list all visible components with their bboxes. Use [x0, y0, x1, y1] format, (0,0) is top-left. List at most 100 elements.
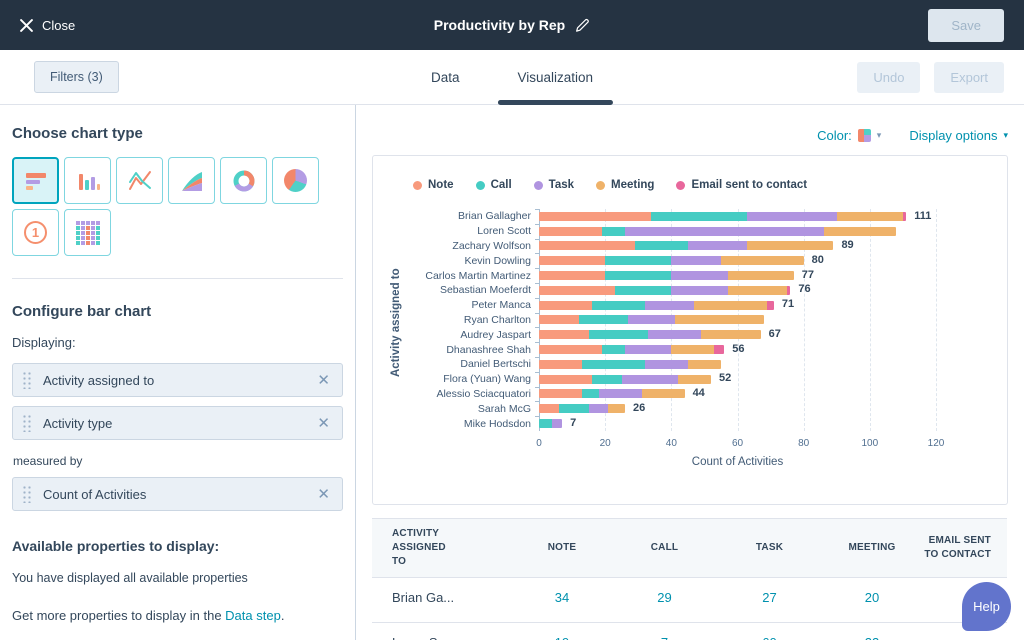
table-header-cell[interactable]: TASK — [717, 541, 822, 555]
table-header-cell[interactable]: CALL — [612, 541, 717, 555]
chart-type-single-value-button[interactable]: 1 — [12, 209, 59, 256]
chart-type-donut-button[interactable] — [220, 157, 267, 204]
bar-segment-note[interactable] — [539, 404, 559, 413]
bar-segment-call[interactable] — [605, 256, 671, 265]
stacked-bar[interactable] — [539, 375, 711, 384]
bar-segment-call[interactable] — [579, 315, 629, 324]
bar-segment-meeting[interactable] — [608, 404, 625, 413]
bar-segment-call[interactable] — [539, 419, 552, 428]
chart-type-pie-button[interactable] — [272, 157, 319, 204]
export-button[interactable]: Export — [934, 62, 1004, 93]
bar-segment-meeting[interactable] — [642, 389, 685, 398]
filters-button[interactable]: Filters (3) — [34, 61, 119, 93]
bar-segment-meeting[interactable] — [837, 212, 903, 221]
bar-segment-task[interactable] — [648, 330, 701, 339]
stacked-bar[interactable] — [539, 360, 721, 369]
bar-segment-task[interactable] — [628, 315, 674, 324]
table-cell-value[interactable]: 20 — [822, 590, 922, 622]
stacked-bar[interactable] — [539, 301, 774, 310]
bar-segment-task[interactable] — [599, 389, 642, 398]
tab-visualization[interactable]: Visualization — [517, 50, 593, 105]
table-cell-value[interactable]: 60 — [717, 635, 822, 640]
bar-segment-email[interactable] — [767, 301, 774, 310]
bar-segment-meeting[interactable] — [688, 360, 721, 369]
bar-segment-note[interactable] — [539, 271, 605, 280]
bar-segment-task[interactable] — [645, 301, 695, 310]
bar-segment-email[interactable] — [714, 345, 724, 354]
table-header-cell[interactable]: ACTIVITY ASSIGNED TO — [392, 527, 512, 569]
bar-segment-meeting[interactable] — [671, 345, 714, 354]
table-row-name[interactable]: Loren Sc... — [392, 635, 512, 640]
bar-segment-call[interactable] — [592, 301, 645, 310]
drag-handle-icon[interactable] — [22, 371, 33, 389]
table-cell-value[interactable] — [922, 635, 991, 640]
bar-segment-note[interactable] — [539, 286, 615, 295]
chart-type-line-button[interactable] — [116, 157, 163, 204]
bar-segment-call[interactable] — [582, 360, 645, 369]
bar-segment-call[interactable] — [582, 389, 599, 398]
remove-chip-icon[interactable]: ✕ — [317, 373, 330, 388]
drag-handle-icon[interactable] — [22, 485, 33, 503]
bar-segment-task[interactable] — [625, 227, 824, 236]
chart-type-table-button[interactable] — [64, 209, 111, 256]
table-cell-value[interactable]: 19 — [512, 635, 612, 640]
bar-segment-task[interactable] — [671, 286, 727, 295]
bar-segment-email[interactable] — [903, 212, 906, 221]
remove-chip-icon[interactable]: ✕ — [317, 487, 330, 502]
color-dropdown[interactable]: Color: ▾ — [817, 128, 881, 143]
table-header-cell[interactable]: MEETING — [822, 541, 922, 555]
bar-segment-meeting[interactable] — [721, 256, 804, 265]
bar-segment-task[interactable] — [671, 256, 721, 265]
chip-count-of-activities[interactable]: Count of Activities ✕ — [12, 477, 343, 511]
bar-segment-note[interactable] — [539, 256, 605, 265]
bar-segment-note[interactable] — [539, 241, 635, 250]
bar-segment-task[interactable] — [589, 404, 609, 413]
stacked-bar[interactable] — [539, 271, 794, 280]
legend-item[interactable]: Call — [476, 179, 512, 191]
stacked-bar[interactable] — [539, 212, 906, 221]
bar-segment-meeting[interactable] — [678, 375, 711, 384]
display-options-dropdown[interactable]: Display options ▾ — [909, 128, 1008, 143]
remove-chip-icon[interactable]: ✕ — [317, 416, 330, 431]
bar-segment-task[interactable] — [622, 375, 678, 384]
bar-segment-call[interactable] — [592, 375, 622, 384]
table-cell-value[interactable]: 22 — [822, 635, 922, 640]
stacked-bar[interactable] — [539, 345, 724, 354]
save-button[interactable]: Save — [928, 9, 1004, 42]
help-button[interactable]: Help — [962, 582, 1011, 631]
close-button[interactable]: Close — [20, 18, 75, 33]
edit-pencil-icon[interactable] — [575, 18, 590, 33]
bar-segment-call[interactable] — [651, 212, 747, 221]
table-cell-value[interactable]: 29 — [612, 590, 717, 622]
bar-segment-note[interactable] — [539, 375, 592, 384]
bar-segment-note[interactable] — [539, 315, 579, 324]
bar-segment-task[interactable] — [645, 360, 688, 369]
stacked-bar[interactable] — [539, 256, 804, 265]
bar-segment-call[interactable] — [589, 330, 649, 339]
table-header-cell[interactable]: EMAIL SENT TO CONTACT — [922, 534, 991, 562]
tab-data[interactable]: Data — [431, 50, 460, 105]
bar-segment-meeting[interactable] — [728, 286, 788, 295]
stacked-bar[interactable] — [539, 227, 896, 236]
bar-segment-note[interactable] — [539, 360, 582, 369]
table-row-name[interactable]: Brian Ga... — [392, 590, 512, 622]
bar-segment-meeting[interactable] — [675, 315, 764, 324]
legend-item[interactable]: Meeting — [596, 179, 654, 191]
bar-segment-note[interactable] — [539, 330, 589, 339]
chip-activity-assigned-to[interactable]: Activity assigned to ✕ — [12, 363, 343, 397]
bar-segment-task[interactable] — [625, 345, 671, 354]
stacked-bar[interactable] — [539, 286, 790, 295]
bar-segment-note[interactable] — [539, 389, 582, 398]
legend-item[interactable]: Email sent to contact — [676, 179, 807, 191]
bar-segment-email[interactable] — [787, 286, 790, 295]
table-cell-value[interactable]: 27 — [717, 590, 822, 622]
undo-button[interactable]: Undo — [857, 62, 920, 93]
bar-segment-task[interactable] — [552, 419, 562, 428]
bar-segment-call[interactable] — [605, 271, 671, 280]
chart-type-area-button[interactable] — [168, 157, 215, 204]
legend-item[interactable]: Task — [534, 179, 574, 191]
chart-type-vertical-bar-button[interactable] — [64, 157, 111, 204]
stacked-bar[interactable] — [539, 315, 764, 324]
legend-item[interactable]: Note — [413, 179, 454, 191]
bar-segment-note[interactable] — [539, 227, 602, 236]
